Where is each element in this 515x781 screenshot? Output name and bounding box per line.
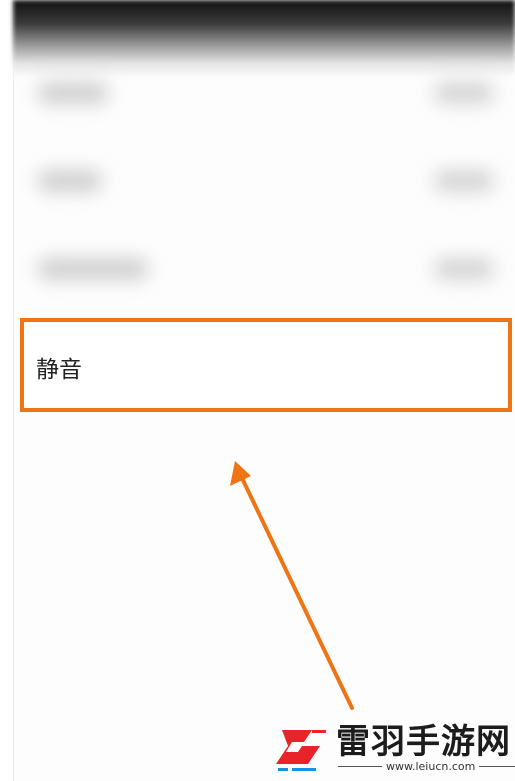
url-divider bbox=[338, 766, 382, 767]
url-divider bbox=[479, 766, 515, 767]
leiyu-logo-icon bbox=[276, 730, 326, 771]
watermark-url-row: www.leiucn.com bbox=[338, 760, 515, 773]
settings-screen: 静音 雷羽手游网 www.leiucn.com bbox=[0, 0, 515, 781]
watermark: 雷羽手游网 www.leiucn.com bbox=[268, 710, 515, 780]
watermark-url: www.leiucn.com bbox=[386, 760, 476, 773]
watermark-brand-name: 雷羽手游网 bbox=[336, 722, 511, 762]
arrow-up-icon bbox=[230, 461, 354, 710]
